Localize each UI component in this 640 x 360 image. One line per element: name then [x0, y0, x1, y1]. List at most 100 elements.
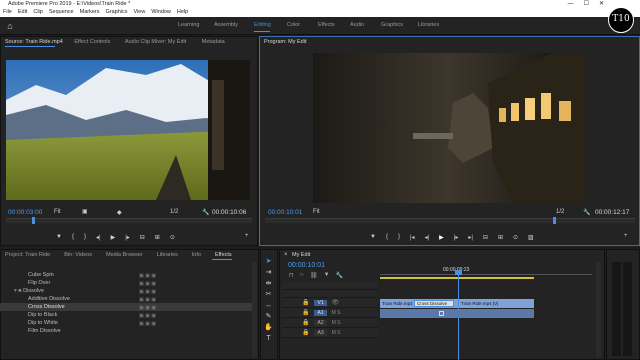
close-icon[interactable]: ✕ — [599, 0, 604, 8]
list-item[interactable]: ▾ ■ Dissolve — [0, 287, 253, 295]
program-add-icon[interactable]: + — [624, 233, 628, 239]
track-select-icon[interactable]: ⇥ — [264, 268, 273, 277]
track-label[interactable]: A3 — [314, 329, 327, 336]
snap-icon[interactable]: ∩ — [300, 272, 304, 279]
overwrite-icon[interactable]: ⊞ — [155, 234, 160, 241]
tab-audio-clip-mixer[interactable]: Audio Clip Mixer: My Edit — [125, 39, 186, 45]
track-label[interactable]: A2 — [314, 319, 327, 326]
list-item-selected[interactable]: Cross Dissolve — [0, 303, 253, 311]
program-step-forward-icon[interactable]: |▸ — [454, 234, 459, 241]
tab-effects[interactable]: Effects — [215, 252, 232, 258]
list-item[interactable]: Flip Over — [0, 279, 253, 287]
step-back-icon[interactable]: ◂| — [96, 234, 101, 241]
list-item[interactable]: Dip to Black — [0, 311, 253, 319]
time-ruler[interactable] — [380, 274, 592, 275]
lock-icon[interactable]: 🔒 — [302, 319, 309, 326]
mute-icon[interactable]: M S — [332, 320, 341, 326]
source-playhead[interactable] — [32, 217, 35, 224]
program-timecode[interactable]: 00:00:10:01 — [268, 209, 302, 216]
mark-in-icon[interactable]: { — [72, 234, 74, 241]
menu-file[interactable]: File — [3, 8, 12, 17]
wrench-icon[interactable]: 🔧 — [202, 209, 209, 216]
menu-markers[interactable]: Markers — [80, 8, 100, 17]
linked-selection-icon[interactable]: ⛓ — [310, 272, 318, 279]
pen-tool-icon[interactable]: ✎ — [264, 312, 273, 321]
add-icon[interactable]: + — [245, 233, 249, 239]
tab-libraries[interactable]: Libraries — [157, 252, 178, 258]
program-mark-in-icon[interactable]: { — [386, 234, 388, 241]
video-clip-right[interactable]: Train Ride.mp4 [V] — [459, 299, 534, 308]
comparison-view-icon[interactable]: ▨ — [528, 234, 534, 241]
lock-icon[interactable]: 🔒 — [302, 309, 309, 316]
workspace-assembly[interactable]: Assembly — [214, 22, 238, 28]
add-marker-icon[interactable]: ▼ — [56, 234, 62, 241]
tab-program[interactable]: Program: My Edit — [264, 39, 306, 45]
go-to-in-icon[interactable]: |◂ — [410, 234, 415, 241]
tab-media-browser[interactable]: Media Browser — [106, 252, 143, 258]
source-resolution-select[interactable]: 1/2 — [170, 209, 178, 215]
slip-tool-icon[interactable]: ↔ — [264, 301, 273, 310]
program-add-marker-icon[interactable]: ▼ — [370, 234, 376, 241]
list-item[interactable]: Additive Dissolve — [0, 295, 253, 303]
program-playhead[interactable] — [553, 217, 556, 224]
tab-project[interactable]: Project: Train Ride — [5, 252, 50, 258]
tab-metadata[interactable]: Metadata — [202, 39, 225, 45]
source-timecode[interactable]: 00:00:03:00 — [8, 209, 42, 216]
safe-margins-icon[interactable]: ▣ — [82, 208, 88, 215]
program-play-icon[interactable]: ▶ — [439, 234, 444, 241]
track-a2[interactable]: 🔒 A2 M S — [282, 318, 378, 328]
export-frame-icon[interactable]: ⊙ — [170, 234, 175, 241]
program-fit-select[interactable]: Fit — [313, 209, 320, 215]
track-label[interactable]: V1 — [314, 299, 327, 306]
list-item[interactable]: Film Dissolve — [0, 327, 253, 335]
workspace-audio[interactable]: Audio — [350, 22, 364, 28]
nest-icon[interactable]: ⊓ — [289, 272, 294, 279]
program-export-frame-icon[interactable]: ⊙ — [513, 234, 518, 241]
track-a3[interactable]: 🔒 A3 M S — [282, 328, 378, 338]
go-to-out-icon[interactable]: ▸| — [468, 234, 473, 241]
menu-graphics[interactable]: Graphics — [106, 8, 128, 17]
lock-icon[interactable]: 🔒 — [302, 329, 309, 336]
razor-tool-icon[interactable]: ✂ — [264, 290, 273, 299]
eye-icon[interactable]: 👁 — [332, 299, 340, 306]
tab-source[interactable]: Source: Train Ride.mp4 — [5, 39, 63, 45]
timeline-scrollbar[interactable] — [596, 262, 601, 357]
audio-clip-a1[interactable] — [380, 309, 534, 318]
lock-icon[interactable]: 🔒 — [302, 299, 309, 306]
play-icon[interactable]: ▶ — [111, 234, 116, 241]
program-wrench-icon[interactable]: 🔧 — [583, 209, 590, 216]
workspace-libraries[interactable]: Libraries — [418, 22, 439, 28]
tab-effect-controls[interactable]: Effect Controls — [74, 39, 110, 45]
selection-tool-icon[interactable]: ➤ — [264, 257, 273, 266]
menu-clip[interactable]: Clip — [33, 8, 42, 17]
step-forward-icon[interactable]: |▸ — [125, 234, 130, 241]
program-step-back-icon[interactable]: ◂| — [425, 234, 430, 241]
maximize-icon[interactable]: ☐ — [584, 0, 589, 8]
menu-sequence[interactable]: Sequence — [49, 8, 74, 17]
minimize-icon[interactable]: — — [568, 0, 574, 8]
type-tool-icon[interactable]: T — [264, 334, 273, 343]
add-marker-timeline-icon[interactable]: ▼ — [324, 272, 330, 279]
workspace-effects[interactable]: Effects — [318, 22, 335, 28]
close-sequence-icon[interactable]: × — [284, 252, 288, 258]
menu-help[interactable]: Help — [177, 8, 188, 17]
track-a1[interactable]: 🔒 A1 M S — [282, 308, 378, 318]
program-resolution-select[interactable]: 1/2 — [556, 209, 564, 215]
program-mark-out-icon[interactable]: } — [398, 234, 400, 241]
playhead-handle[interactable] — [455, 270, 462, 275]
list-item[interactable]: Cube Spin — [0, 271, 253, 279]
program-scrubber[interactable] — [265, 218, 635, 223]
list-item[interactable]: Dip to White — [0, 319, 253, 327]
work-area-bar[interactable] — [380, 277, 534, 279]
project-scrollbar[interactable] — [252, 262, 257, 357]
menu-edit[interactable]: Edit — [18, 8, 27, 17]
settings-icon[interactable]: 🔧 — [336, 272, 343, 279]
tab-info[interactable]: Info — [192, 252, 201, 258]
source-scrubber[interactable] — [6, 218, 252, 223]
mark-out-icon[interactable]: } — [84, 234, 86, 241]
workspace-learning[interactable]: Learning — [178, 22, 199, 28]
extract-icon[interactable]: ⊞ — [498, 234, 503, 241]
tab-timeline[interactable]: My Edit — [292, 252, 310, 258]
ripple-edit-icon[interactable]: ⇹ — [264, 279, 273, 288]
mute-icon[interactable]: M S — [332, 310, 341, 316]
